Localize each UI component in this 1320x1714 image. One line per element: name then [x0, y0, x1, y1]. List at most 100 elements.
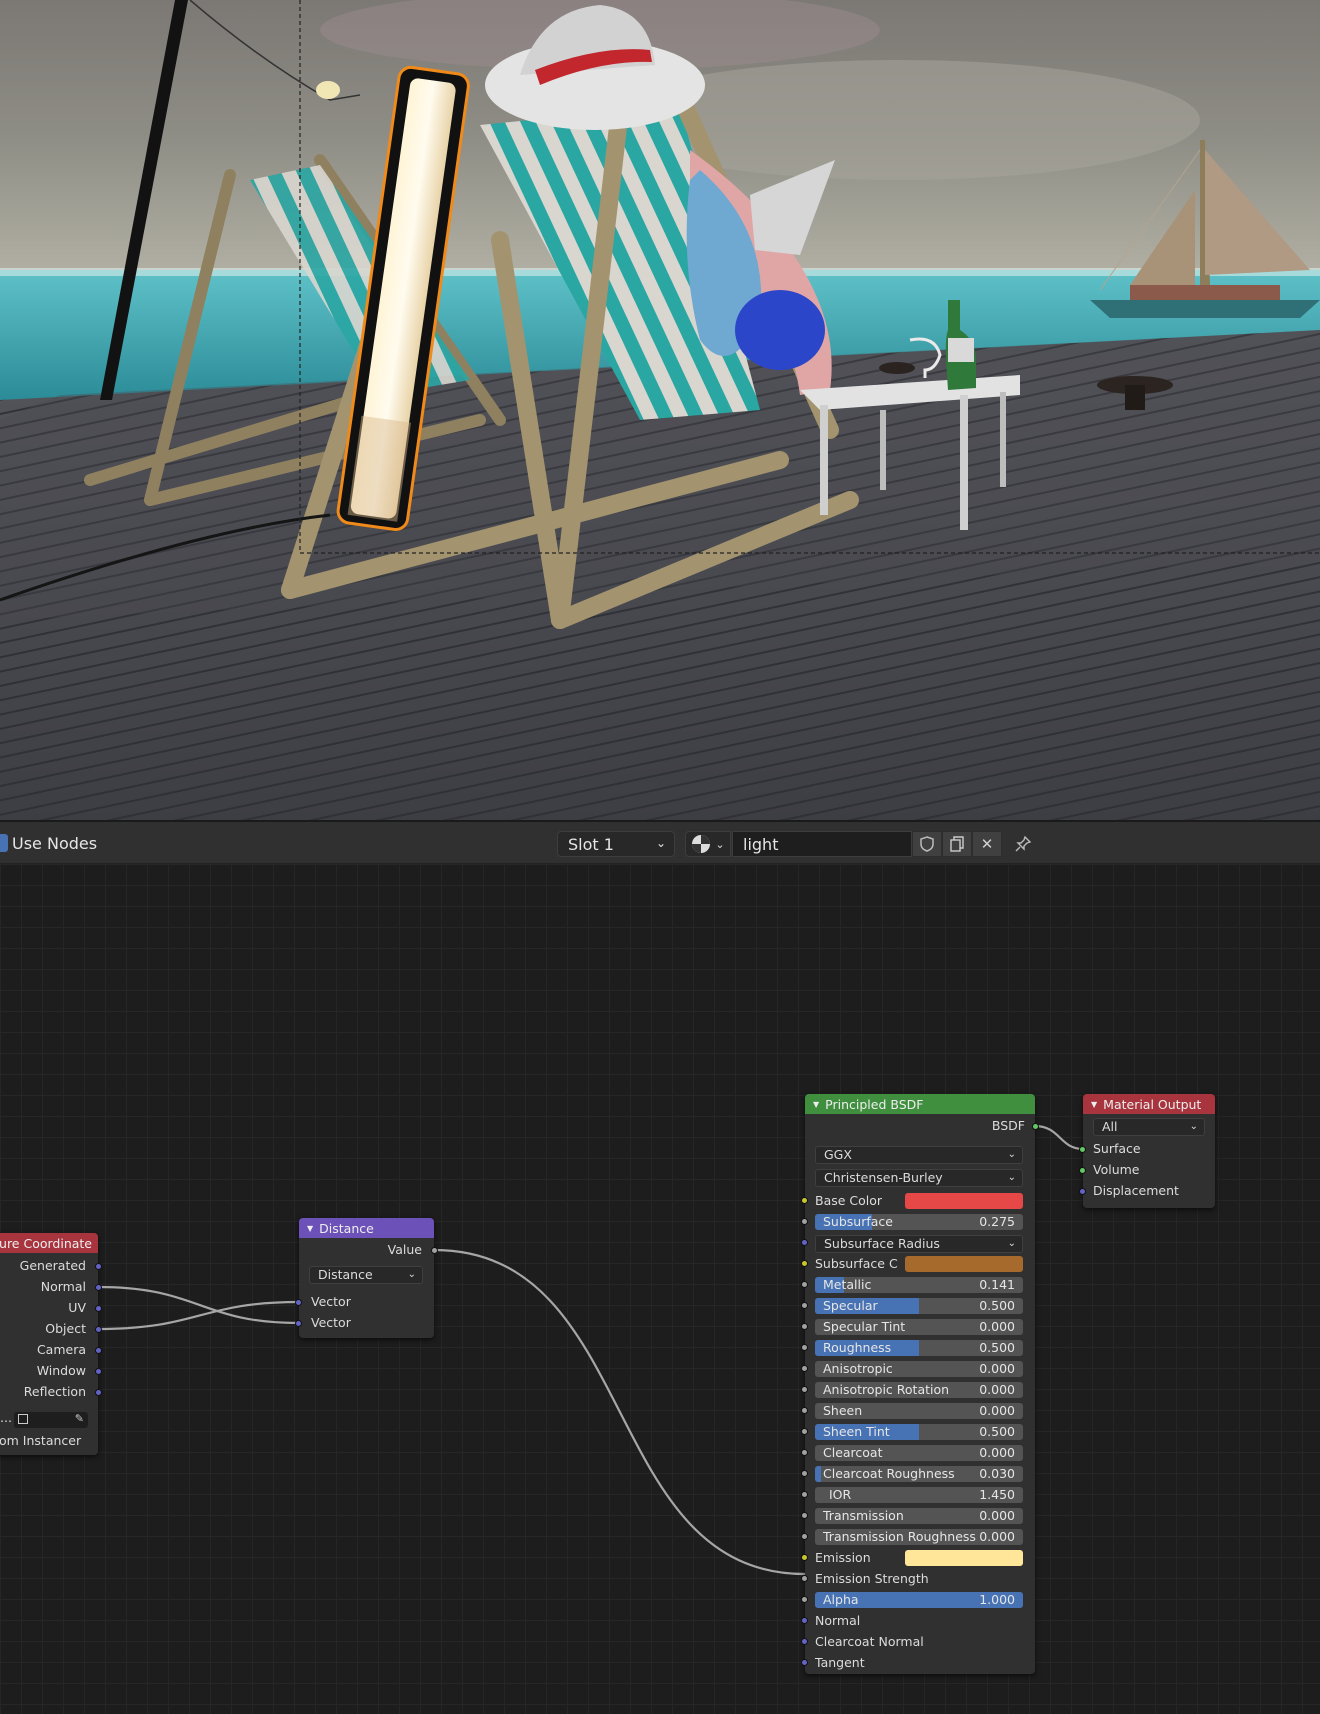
socket-sheen[interactable]	[801, 1407, 808, 1414]
distance-node[interactable]: ▼ Distance Value Distance ⌄ Vector Vecto…	[295, 1218, 438, 1338]
3d-viewport[interactable]	[0, 0, 1320, 820]
subsurface-color-swatch[interactable]	[905, 1256, 1023, 1272]
principled-bsdf-header[interactable]: ▼ Principled BSDF	[805, 1094, 1035, 1114]
socket-normal[interactable]	[801, 1617, 808, 1624]
base-color-swatch[interactable]	[905, 1193, 1023, 1209]
transmission-roughness-field[interactable]: Transmission Roughness 0.000	[815, 1529, 1023, 1545]
socket-transmission[interactable]	[801, 1512, 808, 1519]
socket-window[interactable]	[95, 1368, 102, 1375]
socket-vector-1[interactable]	[295, 1299, 302, 1306]
material-output-node[interactable]: ▼ Material Output All ⌄ Surface Volume D…	[1079, 1094, 1215, 1208]
anisotropic-value: 0.000	[979, 1361, 1015, 1376]
socket-base-color[interactable]	[801, 1197, 808, 1204]
socket-vector-2[interactable]	[295, 1320, 302, 1327]
eyedropper-icon[interactable]: ✎	[75, 1412, 84, 1425]
alpha-label: Alpha	[823, 1592, 859, 1607]
emission-swatch[interactable]	[905, 1550, 1023, 1566]
fake-user-button[interactable]	[912, 831, 942, 857]
sheen-field[interactable]: Sheen 0.000	[815, 1403, 1023, 1419]
socket-subsurface[interactable]	[801, 1218, 808, 1225]
unlink-material-button[interactable]: ✕	[972, 831, 1002, 857]
socket-subsurface-color[interactable]	[801, 1260, 808, 1267]
pin-button[interactable]	[1008, 831, 1038, 857]
distribution-dropdown[interactable]: GGX ⌄	[815, 1146, 1023, 1164]
socket-bsdf[interactable]	[1032, 1123, 1039, 1130]
node-editor-canvas[interactable]: xture Coordinate Generated Normal UV Obj…	[0, 864, 1320, 1714]
specular-field[interactable]: Specular 0.500	[815, 1298, 1023, 1314]
socket-specular-tint[interactable]	[801, 1323, 808, 1330]
socket-emission[interactable]	[801, 1554, 808, 1561]
subsurface-field[interactable]: Subsurface 0.275	[815, 1214, 1023, 1230]
texture-coordinate-node[interactable]: xture Coordinate Generated Normal UV Obj…	[0, 1233, 102, 1455]
browse-material-button[interactable]: ⌄	[685, 831, 731, 857]
socket-subsurface-radius[interactable]	[801, 1239, 808, 1246]
roughness-label: Roughness	[823, 1340, 892, 1355]
object-field-prefix: ...	[0, 1410, 12, 1425]
collapse-icon[interactable]: ▼	[307, 1224, 313, 1233]
collapse-icon[interactable]: ▼	[1091, 1100, 1097, 1109]
operation-dropdown[interactable]: Distance ⌄	[309, 1266, 423, 1284]
output-normal: Normal	[40, 1279, 86, 1294]
clearcoat-roughness-field[interactable]: Clearcoat Roughness 0.030	[815, 1466, 1023, 1482]
subsurface-radius-dropdown[interactable]: Subsurface Radius ⌄	[815, 1235, 1023, 1253]
socket-clearcoat[interactable]	[801, 1449, 808, 1456]
socket-normal[interactable]	[95, 1284, 102, 1291]
node-editor-header: Use Nodes Slot 1 ⌄ ⌄ light ✕	[0, 820, 1320, 864]
subsurface-method-dropdown[interactable]: Christensen-Burley ⌄	[815, 1169, 1023, 1187]
socket-tangent[interactable]	[801, 1659, 808, 1666]
principled-bsdf-node[interactable]: ▼ Principled BSDF BSDF GGX ⌄ Christensen…	[801, 1094, 1039, 1674]
socket-alpha[interactable]	[801, 1596, 808, 1603]
socket-generated[interactable]	[95, 1263, 102, 1270]
object-field[interactable]: ✎	[14, 1412, 88, 1428]
socket-metallic[interactable]	[801, 1281, 808, 1288]
metallic-field[interactable]: Metallic 0.141	[815, 1277, 1023, 1293]
transmission-roughness-label: Transmission Roughness	[823, 1529, 976, 1544]
socket-camera[interactable]	[95, 1347, 102, 1354]
from-instancer-checkbox[interactable]: om Instancer	[0, 1432, 81, 1450]
socket-anisotropic-rotation[interactable]	[801, 1386, 808, 1393]
socket-emission-strength[interactable]	[801, 1575, 808, 1582]
socket-object[interactable]	[95, 1326, 102, 1333]
chevron-down-icon: ⌄	[1189, 1121, 1198, 1132]
target-label: All	[1102, 1119, 1118, 1134]
socket-clearcoat-normal[interactable]	[801, 1638, 808, 1645]
use-nodes-toggle[interactable]: Use Nodes	[0, 832, 97, 854]
anisotropic-field[interactable]: Anisotropic 0.000	[815, 1361, 1023, 1377]
socket-surface[interactable]	[1079, 1146, 1086, 1153]
distance-header[interactable]: ▼ Distance	[299, 1218, 434, 1238]
socket-uv[interactable]	[95, 1305, 102, 1312]
clearcoat-field[interactable]: Clearcoat 0.000	[815, 1445, 1023, 1461]
socket-sheen-tint[interactable]	[801, 1428, 808, 1435]
checkbox-icon[interactable]	[0, 834, 8, 852]
metallic-value: 0.141	[979, 1277, 1015, 1292]
anisotropic-rotation-value: 0.000	[979, 1382, 1015, 1397]
ior-field[interactable]: IOR 1.450	[815, 1487, 1023, 1503]
material-output-header[interactable]: ▼ Material Output	[1083, 1094, 1215, 1114]
chevron-down-icon: ⌄	[1007, 1172, 1016, 1183]
socket-volume[interactable]	[1079, 1167, 1086, 1174]
alpha-field[interactable]: Alpha 1.000	[815, 1592, 1023, 1608]
sheen-tint-field[interactable]: Sheen Tint 0.500	[815, 1424, 1023, 1440]
duplicate-material-button[interactable]	[942, 831, 972, 857]
roughness-field[interactable]: Roughness 0.500	[815, 1340, 1023, 1356]
transmission-field[interactable]: Transmission 0.000	[815, 1508, 1023, 1524]
socket-clearcoat-roughness[interactable]	[801, 1470, 808, 1477]
socket-roughness[interactable]	[801, 1344, 808, 1351]
socket-specular[interactable]	[801, 1302, 808, 1309]
material-name: light	[743, 834, 779, 854]
target-dropdown[interactable]: All ⌄	[1093, 1118, 1205, 1136]
socket-value[interactable]	[431, 1247, 438, 1254]
material-name-field[interactable]: light	[732, 831, 912, 857]
socket-ior[interactable]	[801, 1491, 808, 1498]
socket-transmission-roughness[interactable]	[801, 1533, 808, 1540]
socket-anisotropic[interactable]	[801, 1365, 808, 1372]
socket-displacement[interactable]	[1079, 1188, 1086, 1195]
node-title: Principled BSDF	[825, 1096, 924, 1112]
anisotropic-rotation-field[interactable]: Anisotropic Rotation 0.000	[815, 1382, 1023, 1398]
socket-reflection[interactable]	[95, 1389, 102, 1396]
clearcoat-roughness-fill	[815, 1466, 822, 1482]
collapse-icon[interactable]: ▼	[813, 1100, 819, 1109]
slot-dropdown[interactable]: Slot 1 ⌄	[557, 831, 675, 857]
specular-tint-field[interactable]: Specular Tint 0.000	[815, 1319, 1023, 1335]
texture-coordinate-header[interactable]: xture Coordinate	[0, 1233, 98, 1253]
